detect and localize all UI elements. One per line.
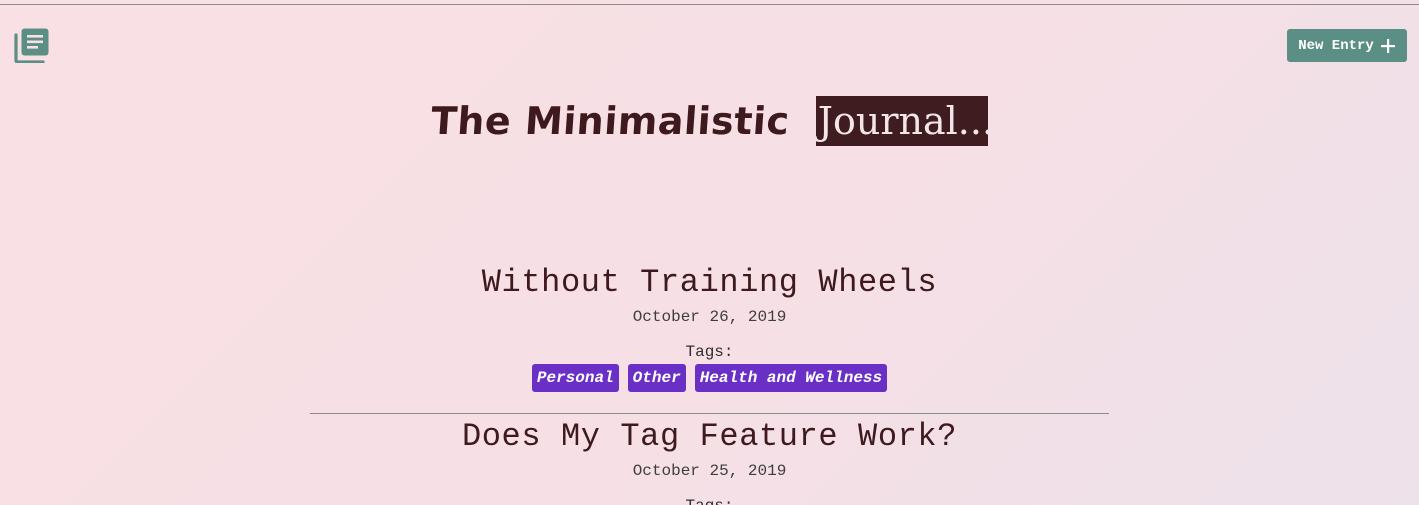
entry-title[interactable]: Without Training Wheels xyxy=(0,263,1419,303)
entry-divider xyxy=(310,413,1109,414)
entry-date: October 25, 2019 xyxy=(632,462,787,480)
entry-title[interactable]: Does My Tag Feature Work? xyxy=(0,417,1419,457)
tags-label: Tags: xyxy=(0,496,1419,505)
tags-label: Tags: xyxy=(685,343,734,361)
plus-icon xyxy=(1380,38,1396,54)
site-title-text: The Minimalistic xyxy=(429,99,792,143)
journal-list-icon[interactable] xyxy=(14,27,50,64)
tag-other[interactable]: Other xyxy=(627,364,686,392)
site-title-highlight: Journal... xyxy=(815,96,988,146)
entry-item: Does My Tag Feature Work? October 25, 20… xyxy=(0,417,1419,505)
site-title: The Minimalistic Journal... xyxy=(0,96,1419,146)
tag-personal[interactable]: Personal xyxy=(531,364,619,392)
entry-item: Without Training Wheels October 26, 2019… xyxy=(0,263,1419,392)
top-border xyxy=(0,4,1419,5)
new-entry-button[interactable]: New Entry xyxy=(1287,29,1407,62)
tag-list: Personal Other Health and Wellness xyxy=(0,364,1419,392)
tag-health-and-wellness[interactable]: Health and Wellness xyxy=(694,364,888,392)
entry-list: Without Training Wheels October 26, 2019… xyxy=(0,263,1419,505)
new-entry-label: New Entry xyxy=(1298,37,1374,54)
entry-date: October 26, 2019 xyxy=(632,308,787,326)
